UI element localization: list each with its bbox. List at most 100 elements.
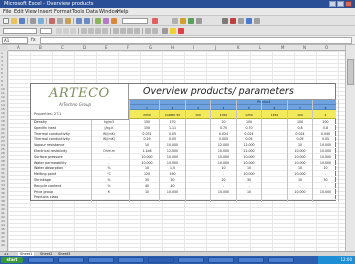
- sum-icon[interactable]: [95, 18, 101, 24]
- sort-icon[interactable]: [103, 18, 109, 24]
- align-center-icon[interactable]: [88, 28, 94, 34]
- borders-icon[interactable]: [162, 28, 168, 34]
- excel-window: Microsoft Excel - Overview products File…: [0, 0, 355, 264]
- parameter-row[interactable]: Electrical resistivity Ohm.m 1.1e8 12.000 10…: [31, 149, 336, 154]
- font-size-box[interactable]: [40, 28, 52, 34]
- close-button[interactable]: [345, 1, 352, 7]
- print-icon[interactable]: [30, 18, 36, 24]
- menu-data[interactable]: Data: [86, 9, 98, 15]
- toolbar-icon[interactable]: [222, 18, 228, 24]
- fx-icon[interactable]: fx: [31, 37, 36, 43]
- parameter-row[interactable]: Thermal conductivity W/(mK) 0.19 0.05 0.005 0…: [31, 137, 336, 143]
- taskbar-item[interactable]: [238, 257, 264, 263]
- row-header[interactable]: 49: [1, 243, 5, 247]
- font-name-box[interactable]: [3, 28, 37, 34]
- parameter-row[interactable]: Specific heat J/kg.K 150 1.11 0.70 0.70 0.8 0.8: [31, 126, 336, 131]
- save-icon[interactable]: [19, 18, 25, 24]
- menu-format[interactable]: Format: [54, 9, 72, 15]
- minimize-button[interactable]: [329, 1, 336, 7]
- overview-title: Overview products/ parameters: [143, 86, 294, 97]
- toolbar-icon[interactable]: [180, 18, 186, 24]
- redo-icon[interactable]: [84, 18, 90, 24]
- menu-insert[interactable]: Insert: [38, 9, 52, 15]
- maximize-button[interactable]: [337, 1, 344, 7]
- cut-icon[interactable]: [49, 18, 55, 24]
- toolbar-icon[interactable]: [230, 18, 236, 24]
- parameter-value: 10.000: [166, 154, 179, 159]
- taskbar-item-active[interactable]: [148, 257, 174, 263]
- preview-icon[interactable]: [38, 18, 44, 24]
- indent-icon[interactable]: [145, 28, 151, 34]
- copy-icon[interactable]: [57, 18, 63, 24]
- parameter-row[interactable]: Density kg/m3 150 170 20 100 100 200: [31, 120, 336, 125]
- parameter-row[interactable]: Surface pressure - 10.000 10.000 10.000 10.00…: [31, 155, 336, 160]
- parameter-row[interactable]: Recycle content% 40 40 - - - -: [31, 184, 336, 189]
- vertical-scrollbar[interactable]: [345, 45, 355, 251]
- underline-icon[interactable]: [70, 28, 76, 34]
- parameter-value: 10: [297, 178, 303, 182]
- parameter-row[interactable]: Shrinkage% 30 50 20 30 10 30: [31, 178, 336, 183]
- parameter-unit: W/(mK): [103, 131, 115, 136]
- menu-file[interactable]: File: [3, 9, 11, 15]
- decimal-icon[interactable]: [134, 28, 140, 34]
- parameter-value: 10.000: [217, 154, 230, 159]
- formula-bar: A1 fx: [0, 36, 355, 45]
- taskbar-item[interactable]: [88, 257, 114, 263]
- parameter-row[interactable]: Water absorption% 10 1.5 10 10 10 10: [31, 166, 336, 172]
- toolbar-icon[interactable]: [254, 18, 260, 24]
- column-name: 100: [195, 112, 201, 117]
- parameter-value: -: [299, 183, 301, 188]
- scrollbar-thumb[interactable]: [347, 59, 354, 85]
- taskbar-item[interactable]: [178, 257, 204, 263]
- percent-icon[interactable]: [120, 28, 126, 34]
- font-color-icon[interactable]: [178, 28, 184, 34]
- parameter-value: 150: [143, 125, 151, 130]
- menu-window[interactable]: Window: [99, 9, 119, 15]
- parameter-value: 30: [246, 178, 252, 182]
- column-number: 3: [197, 105, 199, 110]
- zoom-box[interactable]: [122, 18, 148, 24]
- taskbar-item[interactable]: [118, 257, 144, 263]
- comma-icon[interactable]: [127, 28, 133, 34]
- taskbar-item[interactable]: [268, 257, 294, 263]
- outdent-icon[interactable]: [152, 28, 158, 34]
- chart-icon[interactable]: [111, 18, 117, 24]
- paste-icon[interactable]: [65, 18, 71, 24]
- parameter-value: 10.000: [166, 143, 179, 148]
- bold-icon[interactable]: [56, 28, 62, 34]
- undo-icon[interactable]: [76, 18, 82, 24]
- taskbar-item[interactable]: [58, 257, 84, 263]
- parameter-value: 40: [170, 183, 175, 188]
- new-icon[interactable]: [3, 18, 9, 24]
- currency-icon[interactable]: [113, 28, 119, 34]
- toolbar-icon[interactable]: [188, 18, 194, 24]
- align-left-icon[interactable]: [81, 28, 87, 34]
- start-button[interactable]: start: [1, 257, 23, 263]
- parameter-value: 20: [221, 178, 226, 182]
- parameter-row[interactable]: Melting point °C 120 190 - 10.000 10.000 -: [31, 172, 336, 178]
- menu-tools[interactable]: Tools: [72, 9, 84, 15]
- open-icon[interactable]: [11, 18, 17, 24]
- align-right-icon[interactable]: [95, 28, 101, 34]
- parameter-row[interactable]: Products class: [31, 195, 336, 201]
- menu-edit[interactable]: Edit: [14, 9, 24, 15]
- italic-icon[interactable]: [63, 28, 69, 34]
- parameter-value: 20: [221, 120, 226, 124]
- menu-view[interactable]: View: [25, 9, 37, 15]
- toolbar-icon[interactable]: [172, 18, 178, 24]
- toolbar-icon[interactable]: [238, 18, 244, 24]
- toolbar-icon[interactable]: [246, 18, 252, 24]
- formula-input[interactable]: [40, 37, 352, 44]
- parameter-row[interactable]: Thermal conductivity W/(mK) 0.031 0.05 0.024…: [31, 132, 336, 137]
- help-icon[interactable]: [152, 18, 158, 24]
- parameter-row[interactable]: Price group €10 10.000 10.000 10 10.000 10.000: [31, 190, 336, 195]
- name-box[interactable]: A1: [2, 37, 28, 44]
- parameter-row[interactable]: Water permeability - 10.000 10.000 10.000 10.…: [31, 161, 336, 166]
- toolbar-icon[interactable]: [196, 18, 202, 24]
- taskbar-item[interactable]: [28, 257, 54, 263]
- fill-color-icon[interactable]: [170, 28, 176, 34]
- menu-help[interactable]: Help: [117, 9, 128, 15]
- merge-icon[interactable]: [102, 28, 108, 34]
- taskbar-item[interactable]: [208, 257, 234, 263]
- parameter-row[interactable]: Vapour resistance - 10 10.000 12.000 12.000 10…: [31, 143, 336, 149]
